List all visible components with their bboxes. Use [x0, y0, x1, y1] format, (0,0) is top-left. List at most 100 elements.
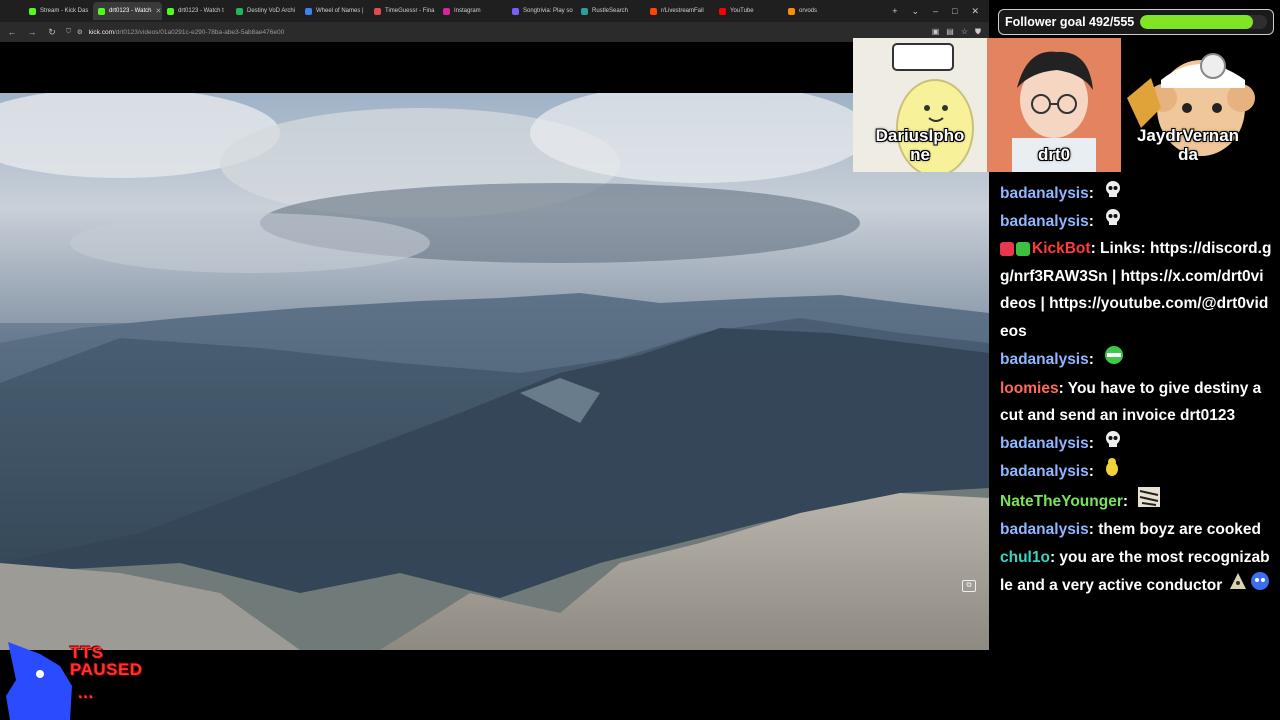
- url-field[interactable]: ⛉ ⚙ kick.com/drt0123/videos/01a0291c-e29…: [66, 28, 284, 36]
- browser-tab-8[interactable]: Songtrivia: Play so: [507, 2, 576, 20]
- mountain-landscape-frame: [0, 93, 989, 650]
- tab-favicon-icon: [98, 7, 105, 15]
- tab-favicon-icon: [374, 7, 381, 15]
- chat-separator: :: [1088, 434, 1099, 452]
- browser-tab-6[interactable]: TimeGuessr - Fina: [369, 2, 438, 20]
- screenshot-icon[interactable]: ▣: [932, 27, 940, 37]
- browser-tab-3[interactable]: drt0123 - Watch t: [162, 2, 231, 20]
- tab-favicon-icon: [305, 7, 312, 15]
- tab-label: orvods: [799, 8, 818, 14]
- chat-username[interactable]: loomies: [1000, 380, 1059, 397]
- bookmark-star-icon[interactable]: ☆: [961, 27, 968, 37]
- skull-emote-icon: [1104, 208, 1122, 236]
- chat-username[interactable]: KickBot: [1032, 240, 1091, 257]
- chat-separator: :: [1088, 212, 1099, 230]
- forward-arrow-icon[interactable]: →: [26, 27, 38, 37]
- browser-tab-9[interactable]: RustleSearch: [576, 2, 645, 20]
- chat-separator: :: [1088, 351, 1099, 369]
- picture-in-picture-icon[interactable]: ⧉: [962, 580, 976, 592]
- avatar-name-2: drt0: [1037, 145, 1071, 164]
- tab-list-chevron-icon[interactable]: ⌄: [911, 6, 919, 17]
- minimize-icon[interactable]: –: [933, 6, 938, 16]
- chat-message: badanalysis:: [1000, 208, 1272, 236]
- extension-shield-icon[interactable]: ⛊: [975, 27, 981, 37]
- tab-label: TimeGuessr - Fina: [385, 8, 435, 14]
- chat-message: loomies: You have to give destiny a cut …: [1000, 375, 1272, 430]
- paused-label: PAUSED: [70, 660, 143, 679]
- tab-label: YouTube: [730, 8, 754, 14]
- chat-message: NateTheYounger:: [1000, 486, 1272, 517]
- avatar-name-3: JaydrVernan da: [1136, 126, 1240, 164]
- tab-favicon-icon: [650, 7, 657, 15]
- tab-favicon-icon: [29, 7, 36, 15]
- chat-username[interactable]: NateTheYounger: [1000, 493, 1123, 510]
- browser-tab-5[interactable]: Wheel of Names |: [300, 2, 369, 20]
- browser-tab-12[interactable]: orvods: [783, 2, 852, 20]
- tab-label: Stream - Kick Das: [40, 8, 89, 14]
- tab-favicon-icon: [788, 7, 795, 15]
- window-controls: + ⌄ – □ ✕: [892, 6, 989, 17]
- close-window-icon[interactable]: ✕: [971, 6, 979, 17]
- chat-username[interactable]: badanalysis: [1000, 185, 1089, 202]
- tab-label: drt0123 - Watch t: [178, 8, 224, 14]
- avatar-card-2: drt0: [987, 38, 1121, 172]
- browser-tab-bar: Stream - Kick Das drt0123 - Watch ✕ drt0123…: [0, 0, 989, 22]
- tab-favicon-icon: [581, 7, 588, 15]
- tts-paused-overlay: TTS PAUSED ...: [0, 636, 160, 720]
- tab-favicon-icon: [236, 7, 243, 15]
- browser-tab-10[interactable]: r/LivestreamFail: [645, 2, 714, 20]
- new-tab-icon[interactable]: +: [892, 6, 897, 16]
- chat-separator: :: [1088, 185, 1099, 202]
- tab-favicon-icon: [443, 7, 450, 15]
- chat-message: badanalysis:: [1000, 345, 1272, 375]
- toolbar-icons: ▣ ▤ ☆ ⛊: [932, 27, 989, 37]
- chat-message: badanalysis:: [1000, 457, 1272, 487]
- tab-favicon-icon: [719, 7, 726, 15]
- chat-username[interactable]: badanalysis: [1000, 213, 1089, 230]
- chat-message: badanalysis:: [1000, 430, 1272, 458]
- avatar-card-3: JaydrVernan da: [1121, 38, 1255, 172]
- chat-message: badanalysis:: [1000, 180, 1272, 208]
- chat-message: KickBot: Links: https://discord.gg/nrf3R…: [1000, 235, 1272, 345]
- chat-message: badanalysis: them boyz are cooked: [1000, 516, 1272, 544]
- chat-username[interactable]: badanalysis: [1000, 351, 1089, 368]
- browser-tab-4[interactable]: Destiny VoD Archi: [231, 2, 300, 20]
- ellipsis-label: ...: [78, 683, 94, 702]
- avatar-name-1: DariusIpho ne: [875, 126, 965, 164]
- blue-mascot-icon: [6, 642, 72, 720]
- chat-username[interactable]: badanalysis: [1000, 435, 1089, 452]
- tab-label: Songtrivia: Play so: [523, 8, 573, 14]
- url-domain: kick.com: [88, 28, 114, 36]
- chat-separator: :: [1090, 240, 1101, 258]
- browser-tab-2[interactable]: drt0123 - Watch ✕: [93, 2, 162, 20]
- chat-username[interactable]: chul1o: [1000, 549, 1050, 566]
- chat-message: chul1o: you are the most recognizable an…: [1000, 544, 1272, 601]
- tab-favicon-icon: [512, 7, 519, 15]
- back-arrow-icon[interactable]: ←: [6, 27, 18, 37]
- browser-address-bar: ← → ↻ ⛉ ⚙ kick.com/drt0123/videos/01a029…: [0, 22, 989, 42]
- url-path: /drt0123/videos/01a0291c-e290-78ba-abe3-…: [113, 28, 285, 36]
- browser-tab-1[interactable]: Stream - Kick Das: [24, 2, 93, 20]
- reload-icon[interactable]: ↻: [46, 27, 58, 38]
- screen: Stream - Kick Das drt0123 - Watch ✕ drt0123…: [0, 0, 1280, 720]
- video-player[interactable]: ⧉: [0, 93, 989, 650]
- site-settings-icon[interactable]: ⚙: [77, 28, 83, 36]
- chat-panel: badanalysis: badanalysis: KickBot: Links…: [989, 172, 1280, 720]
- tab-label: Instagram: [454, 8, 481, 14]
- maximize-icon[interactable]: □: [952, 6, 957, 16]
- chat-username[interactable]: badanalysis: [1000, 521, 1089, 538]
- avatar-card-1: DariusIpho ne: [853, 38, 987, 172]
- chat-username[interactable]: badanalysis: [1000, 463, 1089, 480]
- chat-separator: :: [1088, 521, 1099, 539]
- browser-tab-11[interactable]: YouTube: [714, 2, 783, 20]
- tab-label: r/LivestreamFail: [661, 8, 704, 14]
- tab-label: Destiny VoD Archi: [247, 8, 296, 14]
- yellow-duck-emote-icon: [1104, 457, 1120, 487]
- browser-tab-7[interactable]: Instagram: [438, 2, 507, 20]
- follower-goal-progress-fill: [1140, 15, 1253, 29]
- moderator-badge-icon: [1000, 242, 1014, 257]
- tab-close-icon[interactable]: ✕: [155, 7, 161, 15]
- zebra-emote-icon: [1138, 486, 1161, 517]
- reader-icon[interactable]: ▤: [946, 27, 954, 37]
- tab-label: RustleSearch: [592, 8, 629, 14]
